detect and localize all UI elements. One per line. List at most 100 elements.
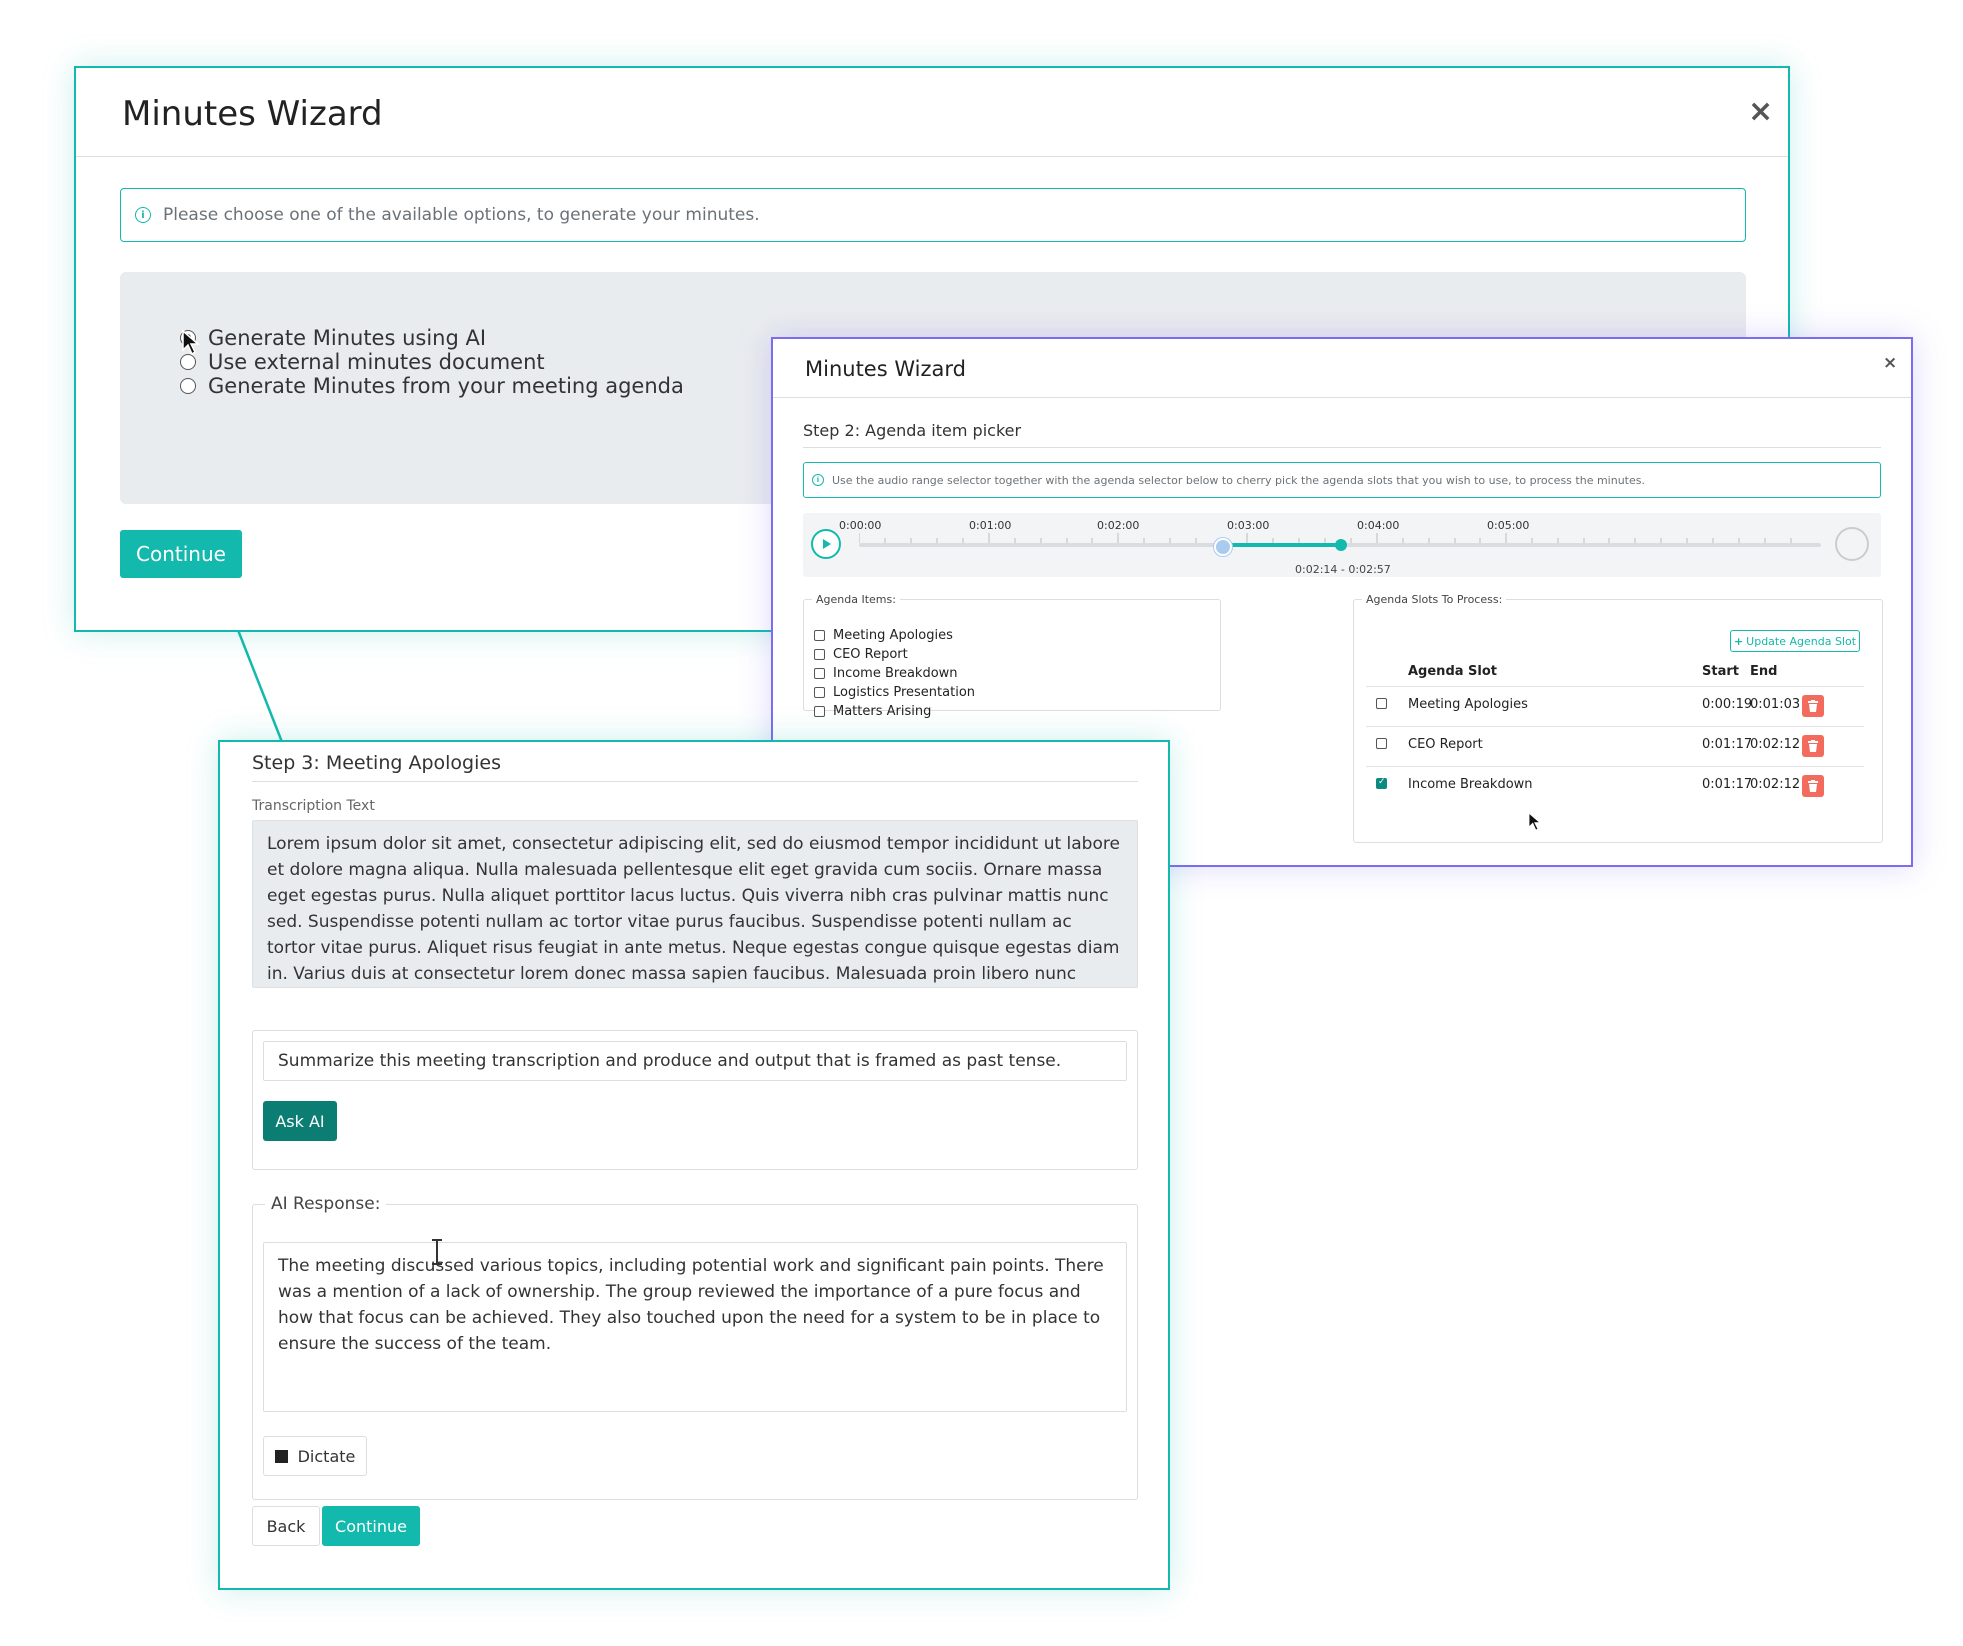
checkbox[interactable] xyxy=(1376,698,1387,709)
delete-button[interactable] xyxy=(1802,775,1824,797)
agenda-item-label: Logistics Presentation xyxy=(833,685,976,700)
checkbox[interactable] xyxy=(1376,777,1387,789)
window-title: Minutes Wizard xyxy=(122,94,383,134)
slot-name: Income Breakdown xyxy=(1408,777,1533,792)
checkbox[interactable] xyxy=(814,668,825,679)
ai-response-textarea[interactable]: The meeting discussed various topics, in… xyxy=(263,1242,1127,1412)
table-row: Meeting Apologies 0:00:19 0:01:03 xyxy=(1366,686,1864,727)
trash-icon xyxy=(1808,740,1818,752)
option-label: Use external minutes document xyxy=(208,350,545,374)
tick-label: 0:04:00 xyxy=(1357,519,1400,532)
play-button[interactable] xyxy=(811,529,841,559)
stop-icon xyxy=(274,1449,288,1463)
slot-end: 0:02:12 xyxy=(1750,777,1801,792)
continue-button[interactable]: Continue xyxy=(120,530,242,578)
option-label: Generate Minutes using AI xyxy=(208,326,487,350)
table-row: Income Breakdown 0:01:17 0:02:12 xyxy=(1366,766,1864,807)
dictate-label: Dictate xyxy=(297,1446,356,1466)
ai-response-group: AI Response: The meeting discussed vario… xyxy=(252,1194,1138,1500)
checkbox[interactable] xyxy=(1376,738,1387,749)
agenda-items-group: Agenda Items: Meeting Apologies CEO Repo… xyxy=(803,593,1221,719)
checkbox[interactable] xyxy=(814,649,825,660)
delete-button[interactable] xyxy=(1802,735,1824,757)
tick-label: 0:05:00 xyxy=(1487,519,1530,532)
checkbox[interactable] xyxy=(814,630,825,641)
ai-prompt-input[interactable]: Summarize this meeting transcription and… xyxy=(263,1041,1127,1081)
trash-icon xyxy=(1808,700,1818,712)
volume-knob[interactable] xyxy=(1835,527,1869,561)
range-label: 0:02:14 - 0:02:57 xyxy=(1295,563,1391,576)
slot-name: Meeting Apologies xyxy=(1408,697,1528,712)
agenda-item-label: Income Breakdown xyxy=(833,666,958,681)
agenda-item-label: Matters Arising xyxy=(833,704,932,719)
range-start-handle[interactable] xyxy=(1214,538,1232,556)
plus-icon: + xyxy=(1733,634,1744,648)
column-header-end: End xyxy=(1750,664,1778,679)
table-row: CEO Report 0:01:17 0:02:12 xyxy=(1366,726,1864,767)
tick-label: 0:02:00 xyxy=(1097,519,1140,532)
agenda-item[interactable]: Matters Arising xyxy=(814,704,931,719)
audio-range-selector[interactable]: 0:00:00 0:01:00 0:02:00 0:03:00 0:04:00 … xyxy=(803,513,1881,577)
radio-button[interactable] xyxy=(180,378,196,394)
back-button[interactable]: Back xyxy=(252,1506,320,1546)
slot-start: 0:01:17 xyxy=(1702,777,1753,792)
mouse-pointer-icon xyxy=(1528,812,1542,832)
checkbox[interactable] xyxy=(814,706,825,717)
option-generate-ai[interactable]: Generate Minutes using AI xyxy=(180,326,486,350)
continue-button[interactable]: Continue xyxy=(322,1506,420,1546)
option-label: Generate Minutes from your meeting agend… xyxy=(208,374,684,398)
info-text: Please choose one of the available optio… xyxy=(163,205,760,225)
agenda-slots-legend: Agenda Slots To Process: xyxy=(1366,593,1503,606)
option-meeting-agenda[interactable]: Generate Minutes from your meeting agend… xyxy=(180,374,684,398)
column-header-slot: Agenda Slot xyxy=(1408,664,1498,679)
close-icon[interactable]: × xyxy=(1883,353,1897,373)
dictate-button[interactable]: Dictate xyxy=(263,1436,367,1476)
close-icon[interactable]: × xyxy=(1748,94,1773,129)
agenda-item[interactable]: Meeting Apologies xyxy=(814,628,953,643)
timeline-selected-range xyxy=(1221,543,1341,547)
play-icon xyxy=(823,539,831,549)
agenda-item-label: CEO Report xyxy=(833,647,908,662)
agenda-item[interactable]: CEO Report xyxy=(814,647,908,662)
header-divider xyxy=(76,156,1788,157)
mouse-pointer-icon xyxy=(182,330,200,356)
radio-button[interactable] xyxy=(180,354,196,370)
slot-name: CEO Report xyxy=(1408,737,1483,752)
checkbox[interactable] xyxy=(814,687,825,698)
agenda-item-label: Meeting Apologies xyxy=(833,628,953,643)
transcription-textarea[interactable]: Lorem ipsum dolor sit amet, consectetur … xyxy=(252,820,1138,988)
agenda-item[interactable]: Income Breakdown xyxy=(814,666,958,681)
delete-button[interactable] xyxy=(1802,695,1824,717)
tick-label: 0:01:00 xyxy=(969,519,1012,532)
slot-start: 0:01:17 xyxy=(1702,737,1753,752)
step-divider xyxy=(252,781,1138,782)
range-end-handle[interactable] xyxy=(1335,539,1347,551)
window-title: Minutes Wizard xyxy=(805,357,966,381)
minutes-wizard-window-step3: Step 3: Meeting Apologies Transcription … xyxy=(218,740,1170,1590)
tick-label: 0:03:00 xyxy=(1227,519,1270,532)
update-agenda-slot-label: Update Agenda Slot xyxy=(1746,634,1857,648)
update-agenda-slot-button[interactable]: + Update Agenda Slot xyxy=(1730,630,1860,652)
slot-start: 0:00:19 xyxy=(1702,697,1753,712)
agenda-slots-group: Agenda Slots To Process: + Update Agenda… xyxy=(1353,593,1883,843)
slot-end: 0:01:03 xyxy=(1750,697,1801,712)
agenda-item[interactable]: Logistics Presentation xyxy=(814,685,975,700)
step-divider xyxy=(803,447,1881,448)
agenda-items-legend: Agenda Items: xyxy=(816,593,896,606)
header-divider xyxy=(773,397,1911,398)
info-text: Use the audio range selector together wi… xyxy=(832,473,1645,487)
info-alert: i Use the audio range selector together … xyxy=(803,462,1881,498)
tick-label: 0:00:00 xyxy=(839,519,882,532)
ai-prompt-box: Summarize this meeting transcription and… xyxy=(252,1030,1138,1170)
info-icon: i xyxy=(812,474,824,486)
column-header-start: Start xyxy=(1702,664,1739,679)
ai-response-legend: AI Response: xyxy=(271,1194,381,1214)
trash-icon xyxy=(1808,780,1818,792)
step-title: Step 2: Agenda item picker xyxy=(803,421,1022,440)
option-external-document[interactable]: Use external minutes document xyxy=(180,350,545,374)
text-cursor-icon xyxy=(432,1239,442,1265)
transcription-label: Transcription Text xyxy=(252,798,375,814)
step-title: Step 3: Meeting Apologies xyxy=(252,752,501,774)
slot-end: 0:02:12 xyxy=(1750,737,1801,752)
ask-ai-button[interactable]: Ask AI xyxy=(263,1101,337,1141)
